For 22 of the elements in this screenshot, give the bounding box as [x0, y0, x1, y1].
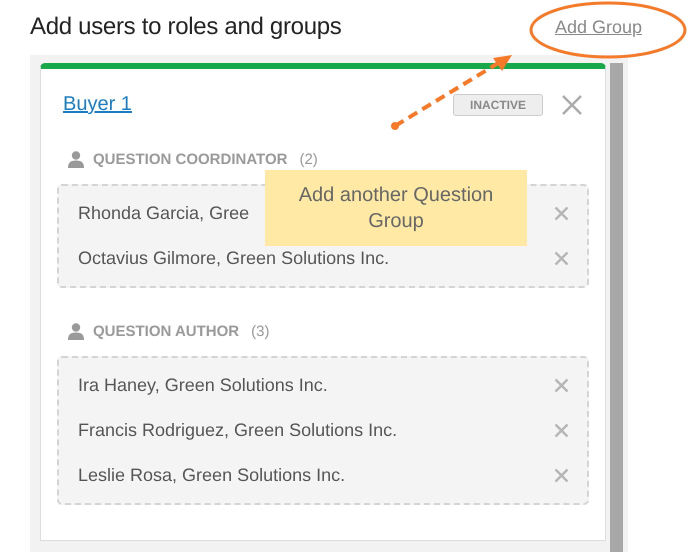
member-name: Francis Rodriguez, Green Solutions Inc. [78, 420, 398, 441]
remove-icon[interactable] [554, 468, 569, 483]
status-badge: INACTIVE [452, 94, 543, 116]
callout-text: Add another Question Group [298, 183, 494, 234]
group-name-link[interactable]: Buyer 1 [63, 93, 453, 116]
role-label: QUESTION COORDINATOR [93, 150, 288, 168]
role-label: QUESTION AUTHOR [93, 322, 240, 340]
member-name: Rhonda Garcia, Gree [78, 203, 250, 224]
remove-icon[interactable] [554, 378, 569, 393]
role-count: (2) [299, 150, 318, 168]
page-title: Add users to roles and groups [30, 13, 342, 41]
person-icon [67, 322, 85, 340]
role-count: (3) [251, 322, 270, 340]
remove-icon[interactable] [554, 206, 569, 221]
member-name: Leslie Rosa, Green Solutions Inc. [78, 465, 346, 486]
member-name: Ira Haney, Green Solutions Inc. [78, 375, 328, 396]
remove-icon[interactable] [554, 423, 569, 438]
remove-icon[interactable] [554, 251, 569, 266]
scrollbar[interactable] [610, 63, 623, 552]
person-icon [67, 150, 85, 168]
member-name: Octavius Gilmore, Green Solutions Inc. [78, 248, 390, 269]
close-icon[interactable] [561, 94, 583, 116]
